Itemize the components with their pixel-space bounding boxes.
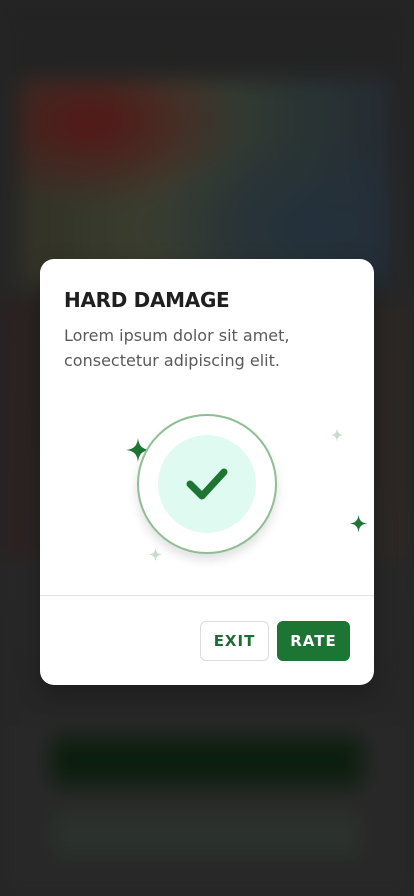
checkmark-icon [186,468,228,500]
exit-button[interactable]: EXIT [200,621,269,661]
rating-dialog: HARD DAMAGE Lorem ipsum dolor sit amet, … [40,259,374,685]
success-illustration [80,404,368,574]
success-badge-inner [158,435,256,533]
sparkle-icon [349,514,368,533]
sparkle-icon [148,547,163,562]
dialog-divider [40,595,374,596]
success-badge [137,414,277,554]
dialog-message: Lorem ipsum dolor sit amet, consectetur … [64,326,290,370]
dialog-title: HARD DAMAGE [64,288,230,312]
screen: HARD DAMAGE Lorem ipsum dolor sit amet, … [0,0,414,896]
sparkle-icon [330,428,344,442]
rate-button[interactable]: RATE [277,621,350,661]
